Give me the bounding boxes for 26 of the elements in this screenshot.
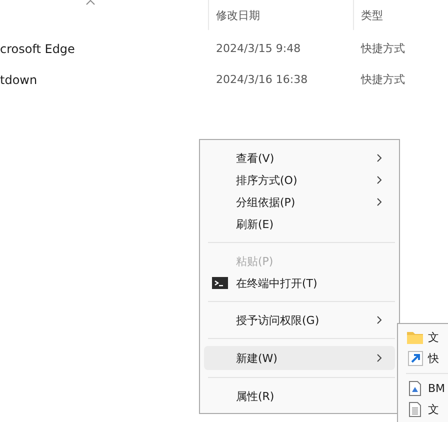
menu-item[interactable]: 新建(W) xyxy=(204,346,395,370)
menu-item[interactable]: 排序方式(O) xyxy=(204,169,395,191)
file-name: crosoft Edge xyxy=(0,42,76,56)
menu-item[interactable]: 在终端中打开(T) xyxy=(204,272,395,294)
column-header[interactable]: 修改日期 xyxy=(208,0,353,30)
menu-item[interactable]: BM xyxy=(402,378,448,399)
date-cell-text: 2024/3/16 16:38 xyxy=(215,73,309,86)
image-file-icon xyxy=(409,381,421,396)
menu-item[interactable]: 授予访问权限(G) xyxy=(204,309,395,331)
menu-item[interactable]: 查看(V) xyxy=(204,147,395,169)
shortcut-icon xyxy=(408,351,422,366)
menu-item[interactable]: 刷新(E) xyxy=(204,213,395,235)
type-cell-text: 快捷方式 xyxy=(360,41,406,56)
terminal-icon xyxy=(212,277,228,289)
menu-item[interactable]: 属性(R) xyxy=(204,385,395,407)
menu-item[interactable]: 快 xyxy=(402,348,448,369)
column-header[interactable]: 类型 xyxy=(353,0,441,30)
document-icon xyxy=(409,402,421,417)
menu-item[interactable]: 分组依据(P) xyxy=(204,191,395,213)
folder-icon xyxy=(407,331,423,344)
type-cell-text: 快捷方式 xyxy=(360,72,406,87)
file-name: tdown xyxy=(0,72,38,86)
date-cell-text: 2024/3/15 9:48 xyxy=(215,42,302,55)
sort-caret-icon xyxy=(86,0,95,5)
menu-item[interactable]: 文 xyxy=(402,327,448,348)
menu-item[interactable]: 文 xyxy=(402,399,448,420)
